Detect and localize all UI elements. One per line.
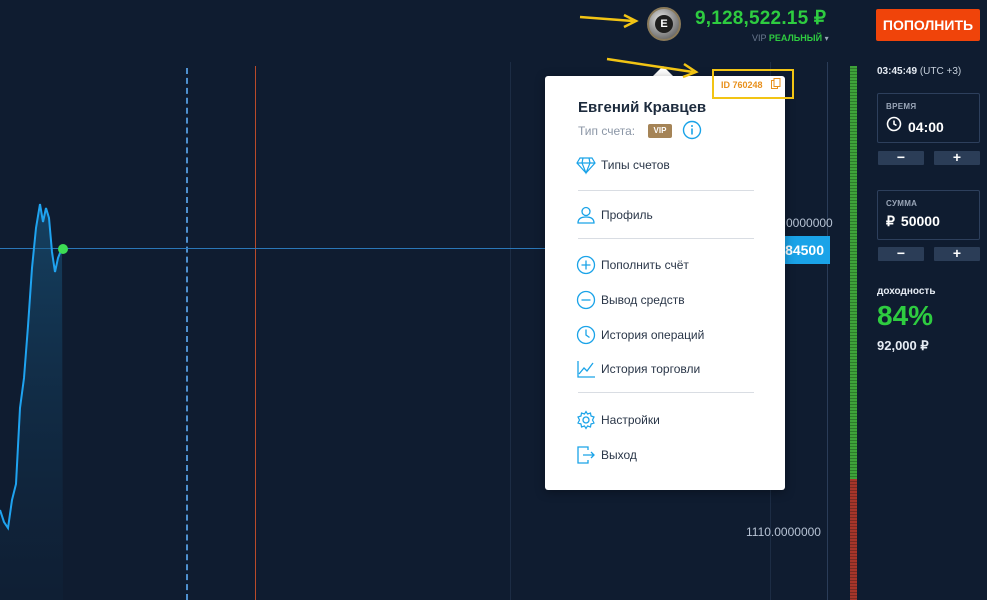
amount-label: СУММА	[886, 199, 918, 208]
gear-icon	[577, 410, 595, 430]
account-real-label: РЕАЛЬНЫЙ	[768, 33, 823, 43]
top-bar	[0, 0, 987, 62]
menu-divider	[578, 392, 754, 393]
diamond-icon	[576, 157, 596, 175]
menu-item-operations-history[interactable]: История операций	[576, 325, 756, 347]
info-icon[interactable]	[682, 120, 702, 140]
account-balance[interactable]: 9,128,522.15 ₽	[695, 7, 826, 30]
amount-minus-button[interactable]: −	[878, 246, 924, 261]
server-time: 03:45:49 (UTC +3)	[877, 66, 961, 77]
chart-line-icon	[577, 361, 595, 378]
plus-circle-icon	[576, 255, 596, 275]
user-icon	[577, 206, 595, 224]
menu-item-label: Профиль	[601, 208, 653, 222]
payout-value: 92,000 ₽	[877, 338, 929, 353]
menu-item-label: История операций	[601, 328, 705, 342]
buy-volume-bar	[850, 66, 857, 479]
menu-item-profile[interactable]: Профиль	[576, 205, 756, 227]
amount-field[interactable]: СУММА ₽50000	[877, 190, 980, 240]
menu-item-label: Пополнить счёт	[601, 258, 689, 272]
server-time-value: 03:45:49	[877, 66, 918, 77]
menu-item-withdraw[interactable]: Вывод средств	[576, 290, 756, 312]
duration-value: 04:00	[908, 119, 944, 135]
trading-screen: E 9,128,522.15 ₽ VIP РЕАЛЬНЫЙ ▾ ПОПОЛНИТ…	[0, 0, 987, 600]
duration-plus-button[interactable]: +	[934, 150, 980, 165]
menu-item-trade-history[interactable]: История торговли	[576, 359, 756, 381]
chevron-down-icon: ▾	[824, 34, 829, 43]
duration-minus-button[interactable]: −	[878, 150, 924, 165]
menu-caret	[653, 66, 673, 76]
menu-item-logout[interactable]: Выход	[576, 445, 756, 467]
duration-field[interactable]: ВРЕМЯ 04:00	[877, 93, 980, 143]
server-timezone: (UTC +3)	[919, 66, 962, 77]
vip-badge: VIP	[648, 124, 672, 138]
menu-item-deposit[interactable]: Пополнить счёт	[576, 255, 756, 277]
account-vip-label: VIP	[752, 33, 767, 43]
user-id: ID 760248	[721, 80, 763, 90]
menu-item-label: Типы счетов	[601, 158, 670, 172]
menu-item-label: История торговли	[601, 362, 701, 376]
logout-icon	[577, 446, 595, 464]
clock-icon	[576, 325, 596, 345]
ruble-icon: ₽	[886, 213, 895, 229]
axis-tick-bottom: 1110.0000000	[746, 525, 821, 539]
menu-item-settings[interactable]: Настройки	[576, 410, 756, 432]
menu-divider	[578, 190, 754, 191]
menu-item-account-types[interactable]: Типы счетов	[576, 155, 756, 177]
current-price-point	[58, 244, 68, 254]
menu-divider	[578, 238, 754, 239]
user-name: Евгений Кравцев	[578, 99, 707, 116]
axis-tick-top: 0000000	[786, 216, 833, 230]
minus-circle-icon	[576, 290, 596, 310]
amount-value: 50000	[900, 213, 940, 229]
amount-plus-button[interactable]: +	[934, 246, 980, 261]
user-avatar[interactable]: E	[647, 7, 681, 41]
copy-icon[interactable]	[771, 78, 781, 90]
current-price-label: 84500	[780, 236, 830, 264]
account-type-label: Тип счета:	[578, 124, 636, 138]
duration-label: ВРЕМЯ	[886, 102, 917, 111]
account-type-selector[interactable]: VIP РЕАЛЬНЫЙ ▾	[752, 33, 829, 43]
menu-item-label: Настройки	[601, 413, 660, 427]
yield-label: доходность	[877, 286, 936, 297]
menu-item-label: Вывод средств	[601, 293, 685, 307]
yield-value: 84%	[877, 300, 934, 331]
clock-icon	[886, 116, 902, 135]
deposit-button[interactable]: ПОПОЛНИТЬ	[876, 9, 980, 41]
avatar-letter: E	[655, 15, 673, 33]
menu-item-label: Выход	[601, 448, 637, 462]
sell-volume-bar	[850, 479, 857, 600]
